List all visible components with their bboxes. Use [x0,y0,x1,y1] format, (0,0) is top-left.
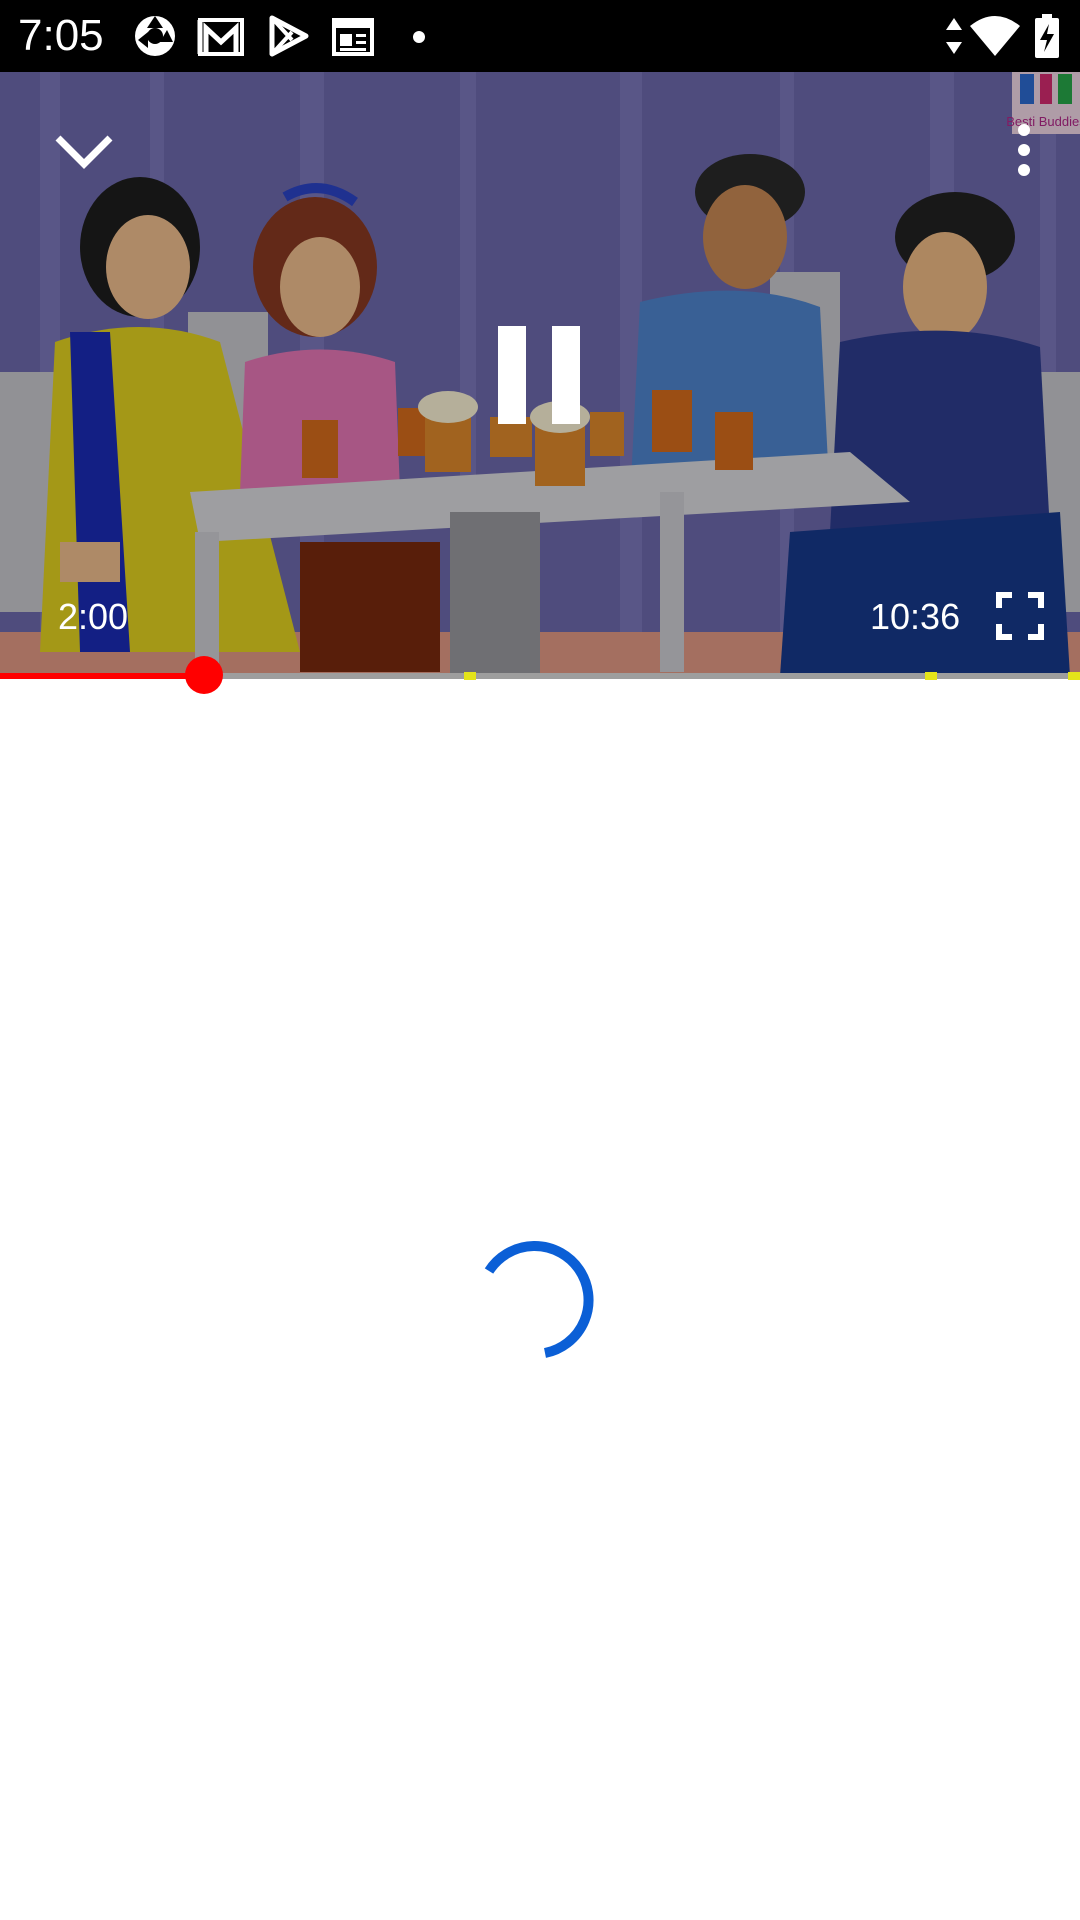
progress-fill [0,673,204,679]
battery-charging-icon [1035,14,1059,58]
status-time: 7:05 [18,11,104,60]
collapse-chevron-icon[interactable] [52,124,116,174]
notification-dot-icon [413,31,425,43]
wifi-icon [970,16,1020,56]
news-icon [332,18,374,56]
ad-marker [464,672,476,680]
ad-marker [925,672,937,680]
loading-spinner-icon [484,1241,594,1358]
fullscreen-icon[interactable] [996,592,1044,640]
more-vert-icon[interactable] [1012,122,1036,178]
ad-marker [1068,672,1080,680]
camera-shutter-icon [135,16,175,56]
data-arrows-icon [946,18,962,54]
status-bar: 7:05 [0,0,1080,72]
gmail-icon [197,18,244,56]
play-store-icon [269,15,309,57]
pause-icon[interactable] [496,326,582,424]
progress-scrubber[interactable] [185,656,223,694]
duration: 10:36 [870,596,961,637]
current-time: 2:00 [58,596,129,637]
